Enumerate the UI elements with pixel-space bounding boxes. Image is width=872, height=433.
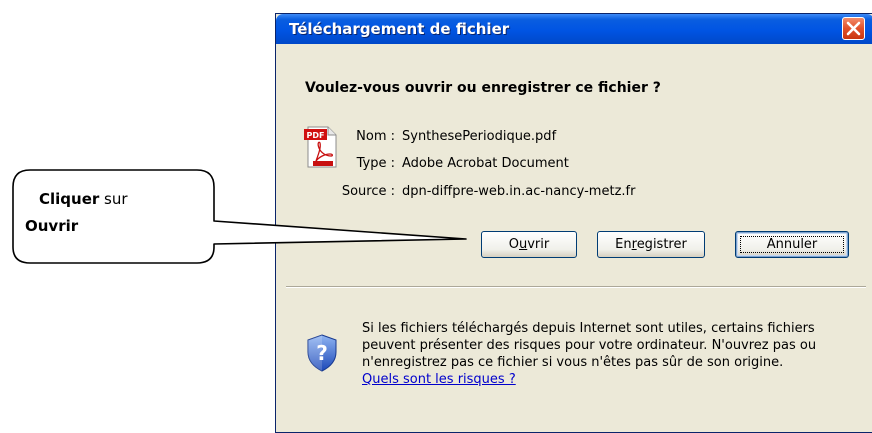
warning-line-1: Si les fichiers téléchargés depuis Inter…	[362, 321, 815, 336]
svg-text:?: ?	[316, 341, 328, 365]
save-label-prefix: En	[615, 237, 632, 252]
save-button[interactable]: Enregistrer	[597, 231, 705, 258]
focus-ring	[740, 236, 844, 253]
callout-line-1: Cliquer sur	[39, 190, 128, 208]
save-label-suffix: egistrer	[636, 237, 687, 252]
cancel-button[interactable]: Annuler	[735, 231, 849, 258]
callout-sur: sur	[99, 190, 128, 208]
name-value: SynthesePeriodique.pdf	[402, 129, 557, 144]
close-button[interactable]	[842, 17, 865, 40]
name-label: Nom :	[356, 129, 395, 144]
callout-line-2: Ouvrir	[25, 217, 78, 235]
dialog-title: Téléchargement de fichier	[289, 20, 510, 38]
callout-bold-cliquer: Cliquer	[39, 190, 100, 208]
open-label-accesskey: u	[518, 237, 528, 252]
dialog-question: Voulez-vous ouvrir ou enregistrer ce fic…	[305, 80, 661, 96]
warning-line-2: peuvent présenter des risques pour votre…	[362, 338, 817, 353]
source-value: dpn-diffpre-web.in.ac-nancy-metz.fr	[402, 184, 636, 199]
security-warning: Si les fichiers téléchargés depuis Inter…	[362, 320, 862, 388]
close-icon	[846, 21, 861, 36]
open-label-prefix: O	[508, 237, 519, 252]
shield-question-icon: ?	[307, 334, 337, 372]
source-label: Source :	[341, 184, 395, 199]
callout-bold-ouvrir: Ouvrir	[25, 217, 79, 235]
type-label: Type :	[356, 156, 395, 171]
open-label-suffix: vrir	[527, 237, 550, 252]
type-value: Adobe Acrobat Document	[402, 156, 569, 171]
separator	[286, 286, 866, 288]
warning-line-3: n'enregistrez pas ce fichier si vous n'ê…	[362, 355, 784, 370]
risks-link[interactable]: Quels sont les risques ?	[362, 372, 516, 387]
file-download-dialog: Téléchargement de fichier Voulez-vous ou…	[275, 13, 872, 433]
open-button[interactable]: Ouvrir	[481, 231, 577, 258]
dialog-titlebar[interactable]: Téléchargement de fichier	[276, 14, 872, 44]
